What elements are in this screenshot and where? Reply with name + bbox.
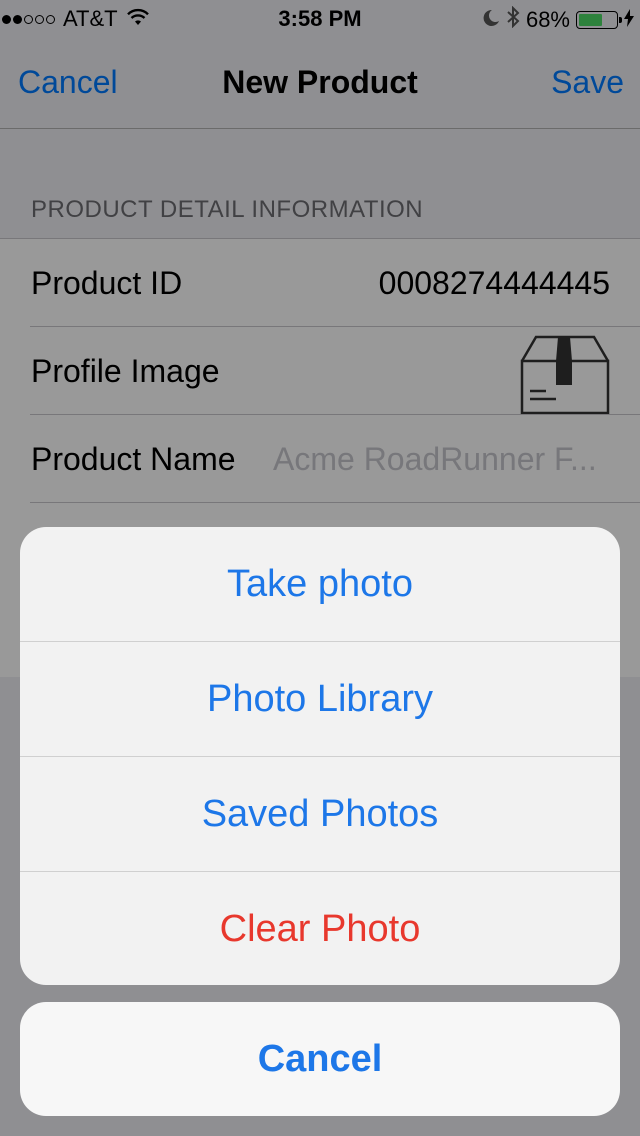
action-sheet: Take photo Photo Library Saved Photos Cl… [20,527,620,985]
clear-photo-button[interactable]: Clear Photo [20,872,620,985]
cancel-button[interactable]: Cancel [20,1002,620,1116]
saved-photos-button[interactable]: Saved Photos [20,757,620,872]
photo-library-button[interactable]: Photo Library [20,642,620,757]
take-photo-button[interactable]: Take photo [20,527,620,642]
